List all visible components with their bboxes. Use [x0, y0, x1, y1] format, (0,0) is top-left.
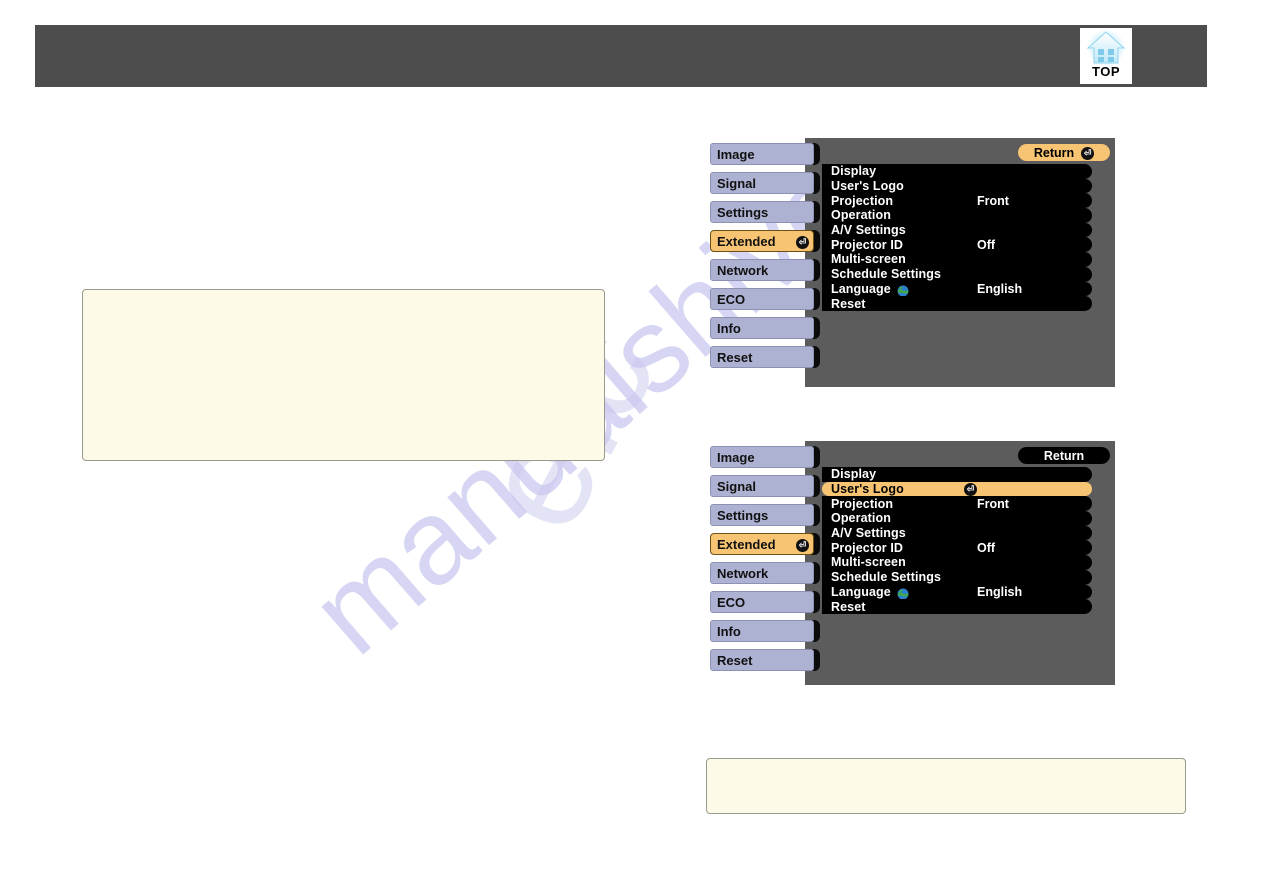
osd-menu-item-label: Projector ID — [831, 237, 904, 252]
osd-tab-label: Extended — [717, 233, 776, 249]
osd-menu-item-label: Multi-screen — [831, 252, 906, 267]
osd-tab-label: Signal — [717, 478, 757, 494]
osd-tab-label: Info — [717, 320, 741, 336]
osd-menu-item-a-v-settings[interactable]: A/V Settings — [822, 222, 1092, 238]
top-button-label: TOP — [1092, 64, 1120, 79]
osd-menu-item-projector-id[interactable]: Projector ID Off — [822, 540, 1092, 556]
osd-menu-item-value: Off — [977, 237, 996, 252]
osd-tab-label: Network — [717, 262, 769, 278]
osd-menu-item-reset[interactable]: Reset — [822, 296, 1092, 311]
osd-menu-item-label: Projection — [831, 193, 894, 208]
globe-icon — [897, 588, 909, 600]
header-bar — [35, 25, 1207, 87]
enter-icon: ⏎ — [1081, 146, 1095, 160]
osd-menu-item-schedule-settings[interactable]: Schedule Settings — [822, 266, 1092, 282]
osd-return-label: Return — [1033, 145, 1075, 160]
osd-menu-item-label: A/V Settings — [831, 526, 906, 541]
osd-tab-eco[interactable]: ECO — [710, 288, 814, 310]
osd-menu-item-label: Language — [831, 281, 891, 296]
osd-tab-reset[interactable]: Reset — [710, 649, 814, 671]
osd-menu-item-schedule-settings[interactable]: Schedule Settings — [822, 569, 1092, 585]
osd-menu-item-label: Schedule Settings — [831, 570, 942, 585]
osd-menu-item-a-v-settings[interactable]: A/V Settings — [822, 525, 1092, 541]
osd-menu-item-label: User's Logo — [831, 482, 904, 497]
osd-menu-item-label: Schedule Settings — [831, 267, 942, 282]
osd-menu-item-projector-id[interactable]: Projector ID Off — [822, 237, 1092, 253]
osd-menu-item-value: Off — [977, 540, 996, 555]
osd-tab-extended[interactable]: Extended ⏎ — [710, 230, 814, 252]
osd-menu-item-language[interactable]: Language English — [822, 584, 1092, 600]
osd-tab-signal[interactable]: Signal — [710, 172, 814, 194]
osd-menu-item-multi-screen[interactable]: Multi-screen — [822, 555, 1092, 570]
osd-tab-image[interactable]: Image — [710, 143, 814, 165]
enter-icon: ⏎ — [796, 235, 809, 249]
osd-menu-item-projection[interactable]: Projection Front — [822, 193, 1092, 209]
home-icon — [1080, 28, 1132, 68]
globe-icon — [897, 285, 909, 297]
osd-tab-reset[interactable]: Reset — [710, 346, 814, 368]
osd-return-button[interactable]: Return ⏎ — [1018, 144, 1110, 161]
osd-menu-item-user-s-logo[interactable]: User's Logo ⏎ — [822, 481, 1092, 497]
osd-menu-item-reset[interactable]: Reset — [822, 599, 1092, 614]
osd-menu-item-label: Projector ID — [831, 540, 904, 555]
osd-tab-label: Image — [717, 449, 755, 465]
osd-menu-item-projection[interactable]: Projection Front — [822, 496, 1092, 512]
osd-menu-item-label: Language — [831, 584, 891, 599]
osd-menu-item-label: User's Logo — [831, 179, 904, 194]
osd-menu-item-label: Display — [831, 164, 877, 179]
osd-tab-label: Settings — [717, 204, 769, 220]
osd-menu-item-operation[interactable]: Operation — [822, 208, 1092, 223]
osd-menu-item-label: A/V Settings — [831, 223, 906, 238]
osd-tab-settings[interactable]: Settings — [710, 201, 814, 223]
osd-tab-extended[interactable]: Extended ⏎ — [710, 533, 814, 555]
osd-menu-item-label: Multi-screen — [831, 555, 906, 570]
enter-icon: ⏎ — [796, 538, 809, 552]
osd-tab-label: Reset — [717, 652, 753, 668]
osd-tab-list: Image Signal Settings Extended ⏎ Network ECO In… — [710, 446, 814, 678]
osd-tab-network[interactable]: Network — [710, 562, 814, 584]
osd-menu-item-value: English — [977, 281, 1023, 296]
osd-tab-signal[interactable]: Signal — [710, 475, 814, 497]
osd-menu-item-label: Projection — [831, 496, 894, 511]
osd-menu-item-multi-screen[interactable]: Multi-screen — [822, 252, 1092, 267]
osd-tab-info[interactable]: Info — [710, 620, 814, 642]
osd-tab-label: Image — [717, 146, 755, 162]
osd-menu-item-value: Front — [977, 193, 1009, 208]
osd-menu-item-display[interactable]: Display — [822, 467, 1092, 482]
osd-menu-item-language[interactable]: Language English — [822, 281, 1092, 297]
osd-return-button[interactable]: Return — [1018, 447, 1110, 464]
osd-tab-label: ECO — [717, 594, 746, 610]
osd-tab-label: Settings — [717, 507, 769, 523]
osd-menu-item-label: Reset — [831, 599, 866, 614]
osd-tab-label: Info — [717, 623, 741, 639]
osd-menu-item-label: Operation — [831, 208, 891, 223]
osd-menu-list: Display User's Logo Projection Front Operati… — [822, 164, 1092, 311]
osd-tab-settings[interactable]: Settings — [710, 504, 814, 526]
osd-tab-network[interactable]: Network — [710, 259, 814, 281]
osd-menu-item-operation[interactable]: Operation — [822, 511, 1092, 526]
osd-tab-label: ECO — [717, 291, 746, 307]
note-box-lower — [706, 758, 1186, 814]
osd-tab-info[interactable]: Info — [710, 317, 814, 339]
osd-menu-item-label: Operation — [831, 511, 891, 526]
osd-menu-list: Display User's Logo ⏎ Projection Front Operat… — [822, 467, 1092, 614]
osd-return-label: Return — [1043, 448, 1085, 463]
osd-tab-list: Image Signal Settings Extended ⏎ Network ECO In… — [710, 143, 814, 375]
osd-menu-item-label: Display — [831, 467, 877, 482]
osd-menu-item-user-s-logo[interactable]: User's Logo — [822, 178, 1092, 194]
enter-icon: ⏎ — [964, 482, 977, 496]
osd-tab-eco[interactable]: ECO — [710, 591, 814, 613]
osd-tab-label: Signal — [717, 175, 757, 191]
osd-tab-label: Reset — [717, 349, 753, 365]
note-box-upper — [82, 289, 605, 461]
osd-tab-label: Network — [717, 565, 769, 581]
osd-menu-item-value: Front — [977, 496, 1009, 511]
osd-tab-image[interactable]: Image — [710, 446, 814, 468]
top-navigation-button[interactable]: TOP — [1080, 28, 1132, 84]
osd-tab-label: Extended — [717, 536, 776, 552]
osd-menu-item-label: Reset — [831, 296, 866, 311]
osd-menu-item-value: English — [977, 584, 1023, 599]
osd-menu-item-display[interactable]: Display — [822, 164, 1092, 179]
